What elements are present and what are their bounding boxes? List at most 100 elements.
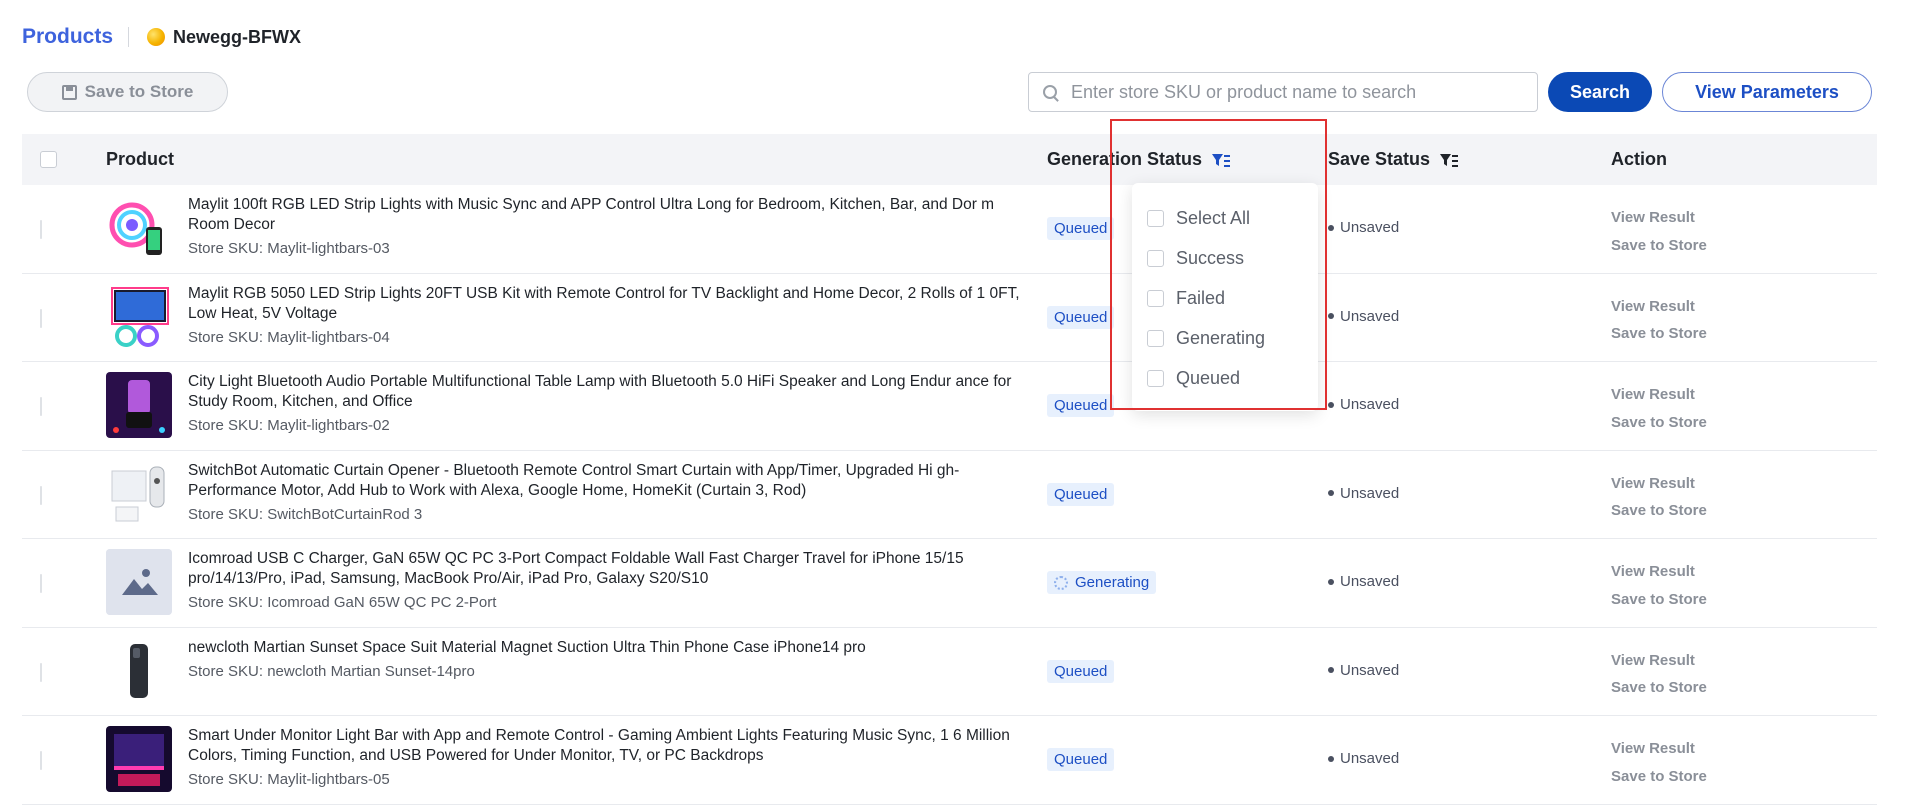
row-checkbox[interactable] — [40, 485, 42, 505]
filter-checkbox[interactable] — [1147, 329, 1164, 347]
generation-status-label: Generating — [1075, 574, 1150, 591]
view-result-link[interactable]: View Result — [1611, 204, 1707, 232]
monitor-light-thumbnail — [106, 726, 172, 792]
save-status-label: Unsaved — [1340, 573, 1400, 590]
table-row: SwitchBot Automatic Curtain Opener - Blu… — [22, 451, 1877, 539]
product-name[interactable]: City Light Bluetooth Audio Portable Mult… — [188, 373, 1011, 410]
filter-option-label: Select All — [1176, 207, 1251, 228]
tv-backlight-thumbnail — [106, 283, 172, 350]
save-status-label: Unsaved — [1340, 750, 1400, 767]
header-save-status-label: Save Status — [1328, 149, 1431, 169]
save-status: Unsaved — [1328, 485, 1399, 502]
search-box[interactable] — [1028, 72, 1538, 112]
store-name: Newegg-BFWX — [173, 26, 302, 47]
view-result-link[interactable]: View Result — [1611, 381, 1707, 409]
loading-spinner-icon — [1054, 575, 1068, 590]
table-lamp-thumbnail — [106, 372, 172, 438]
product-name[interactable]: Smart Under Monitor Light Bar with App a… — [188, 727, 1010, 764]
row-save-to-store-link[interactable]: Save to Store — [1611, 320, 1707, 348]
filter-checkbox[interactable] — [1147, 209, 1164, 227]
store-sku: Store SKU: SwitchBotCurtainRod 3 — [188, 505, 423, 523]
row-checkbox[interactable] — [40, 397, 42, 416]
search-input[interactable] — [1069, 80, 1529, 104]
save-status: Unsaved — [1328, 750, 1399, 767]
filter-option-failed[interactable]: Failed — [1132, 278, 1318, 318]
generation-status-badge: Queued — [1047, 394, 1115, 417]
row-checkbox[interactable] — [40, 574, 42, 593]
view-result-link[interactable]: View Result — [1611, 558, 1707, 586]
view-parameters-button[interactable]: View Parameters — [1662, 72, 1872, 112]
status-dot — [1328, 667, 1334, 673]
save-to-store-button[interactable]: Save to Store — [27, 72, 228, 112]
product-name[interactable]: newcloth Martian Sunset Space Suit Mater… — [188, 639, 866, 656]
save-status: Unsaved — [1328, 308, 1399, 325]
row-checkbox[interactable] — [40, 751, 42, 770]
product-name[interactable]: Maylit RGB 5050 LED Strip Lights 20FT US… — [188, 285, 1020, 322]
status-dot — [1328, 755, 1334, 762]
status-dot — [1328, 313, 1334, 319]
save-status: Unsaved — [1328, 219, 1399, 236]
filter-option-queued[interactable]: Queued — [1132, 358, 1318, 398]
save-status-label: Unsaved — [1340, 219, 1400, 236]
row-checkbox[interactable] — [40, 308, 42, 328]
view-result-link[interactable]: View Result — [1611, 470, 1707, 498]
header-generation-status-label: Generation Status — [1047, 149, 1203, 169]
store-logo-icon — [147, 28, 166, 46]
view-result-link[interactable]: View Result — [1611, 293, 1707, 321]
row-save-to-store-link[interactable]: Save to Store — [1611, 586, 1707, 614]
status-dot — [1328, 401, 1334, 408]
store-sku: Store SKU: Maylit-lightbars-04 — [188, 328, 390, 346]
save-status-label: Unsaved — [1340, 396, 1400, 413]
save-to-store-label: Save to Store — [84, 82, 194, 101]
save-status-label: Unsaved — [1340, 307, 1400, 325]
view-result-link[interactable]: View Result — [1611, 647, 1707, 675]
generation-status-badge: Generating — [1047, 571, 1157, 594]
view-result-link[interactable]: View Result — [1611, 735, 1707, 763]
select-all-checkbox[interactable] — [40, 151, 57, 168]
row-checkbox[interactable] — [40, 220, 42, 239]
row-checkbox[interactable] — [40, 662, 42, 682]
breadcrumb: Products Newegg-BFWX — [22, 22, 301, 52]
generation-status-badge: Queued — [1047, 217, 1115, 240]
filter-option-label: Failed — [1176, 287, 1226, 308]
save-status-label: Unsaved — [1340, 661, 1400, 679]
header-generation-status: Generation Status — [1047, 149, 1231, 170]
status-dot — [1328, 578, 1334, 585]
store-sku: Store SKU: Maylit-lightbars-02 — [188, 417, 390, 434]
filter-option-generating[interactable]: Generating — [1132, 318, 1318, 358]
filter-checkbox[interactable] — [1147, 249, 1164, 267]
filter-option-select-all[interactable]: Select All — [1132, 198, 1318, 238]
save-status-filter-icon[interactable] — [1439, 152, 1459, 168]
store-sku: Store SKU: Icomroad GaN 65W QC PC 2-Port — [188, 594, 497, 611]
row-save-to-store-link[interactable]: Save to Store — [1611, 409, 1707, 437]
product-name[interactable]: Icomroad USB C Charger, GaN 65W QC PC 3-… — [188, 550, 964, 587]
row-save-to-store-link[interactable]: Save to Store — [1611, 763, 1707, 791]
save-status: Unsaved — [1328, 662, 1399, 679]
search-icon — [1043, 85, 1057, 99]
save-status-label: Unsaved — [1340, 484, 1400, 502]
breadcrumb-products[interactable]: Products — [22, 25, 113, 49]
generation-status-badge: Queued — [1047, 482, 1115, 506]
filter-option-success[interactable]: Success — [1132, 238, 1318, 278]
row-save-to-store-link[interactable]: Save to Store — [1611, 232, 1707, 260]
generation-status-filter-icon[interactable] — [1211, 152, 1231, 168]
filter-checkbox[interactable] — [1147, 289, 1164, 307]
filter-checkbox[interactable] — [1147, 369, 1164, 387]
table-row: Icomroad USB C Charger, GaN 65W QC PC 3-… — [22, 539, 1877, 628]
filter-option-label: Generating — [1176, 327, 1266, 348]
product-name[interactable]: SwitchBot Automatic Curtain Opener - Blu… — [188, 462, 959, 499]
table-row: Maylit 100ft RGB LED Strip Lights with M… — [22, 185, 1877, 274]
header-save-status: Save Status — [1328, 149, 1459, 170]
header-action: Action — [1611, 149, 1667, 169]
table-row: City Light Bluetooth Audio Portable Mult… — [22, 362, 1877, 451]
generation-status-badge: Queued — [1047, 305, 1115, 329]
save-status: Unsaved — [1328, 573, 1399, 590]
table-row: Smart Under Monitor Light Bar with App a… — [22, 716, 1877, 805]
store-sku: Store SKU: Maylit-lightbars-03 — [188, 240, 390, 257]
row-save-to-store-link[interactable]: Save to Store — [1611, 497, 1707, 525]
product-name[interactable]: Maylit 100ft RGB LED Strip Lights with M… — [188, 196, 994, 233]
store-sku: Store SKU: Maylit-lightbars-05 — [188, 771, 390, 788]
row-save-to-store-link[interactable]: Save to Store — [1611, 674, 1707, 702]
search-button[interactable]: Search — [1548, 72, 1652, 112]
table-header: Product Generation Status Save Status Ac… — [22, 134, 1877, 185]
